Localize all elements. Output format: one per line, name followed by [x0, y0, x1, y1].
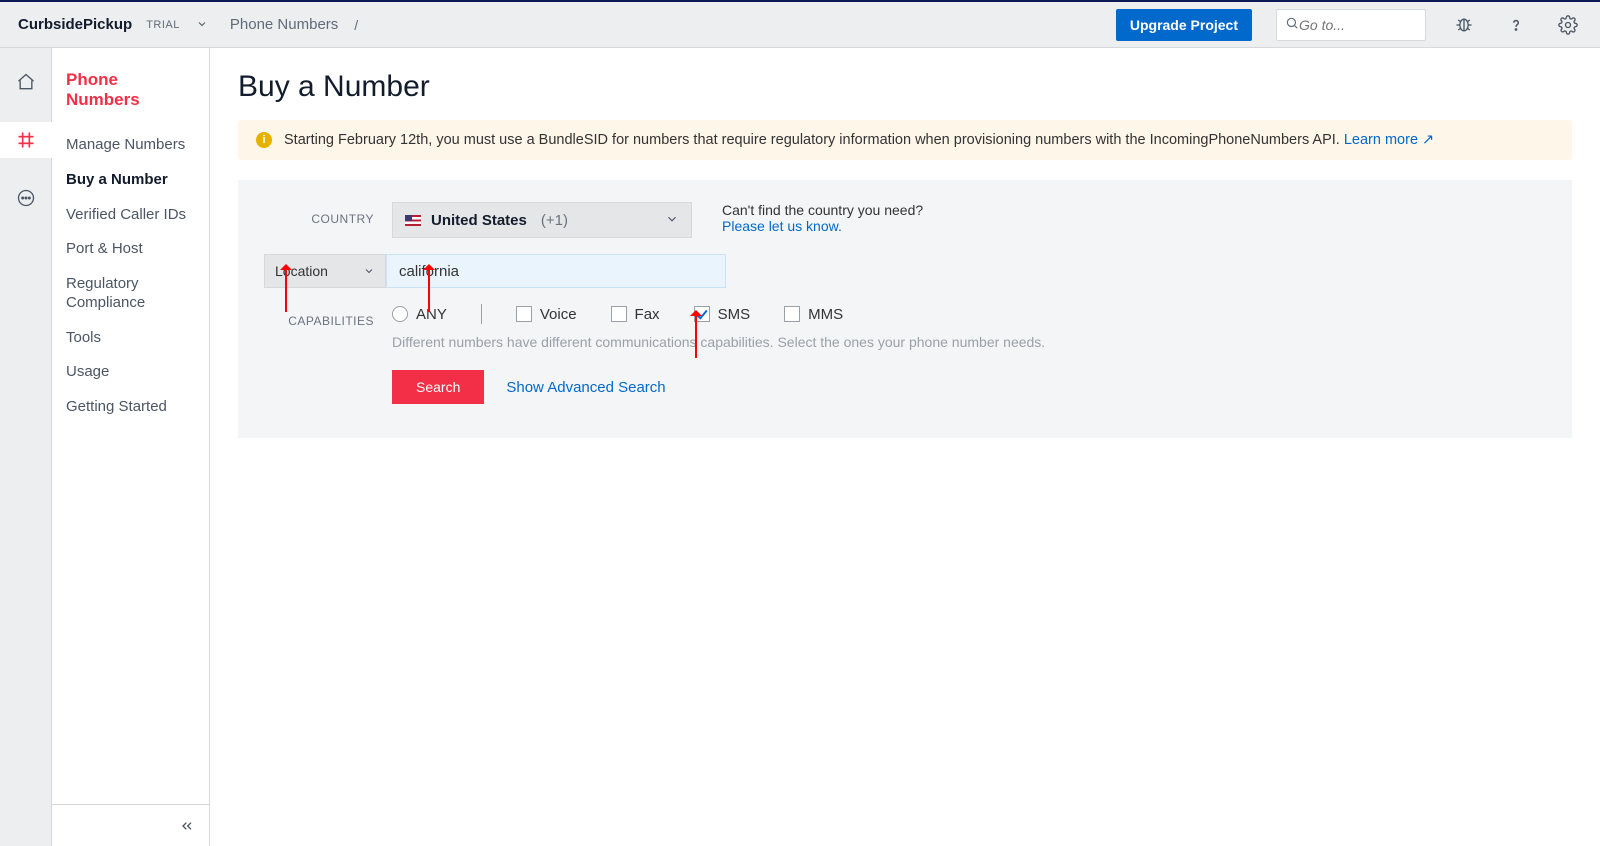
capability-fax[interactable]: Fax: [611, 306, 660, 323]
upgrade-project-button[interactable]: Upgrade Project: [1116, 9, 1252, 41]
sidebar-item-usage[interactable]: Usage: [52, 355, 209, 390]
banner-learn-more-link[interactable]: Learn more ↗: [1344, 132, 1434, 148]
project-name[interactable]: CurbsidePickup: [18, 16, 132, 33]
trial-badge: TRIAL: [146, 19, 180, 31]
breadcrumb-item[interactable]: Phone Numbers: [230, 16, 338, 33]
sidebar: Phone Numbers Manage NumbersBuy a Number…: [52, 48, 210, 846]
sidebar-item-getting-started[interactable]: Getting Started: [52, 390, 209, 425]
country-help-link[interactable]: Please let us know.: [722, 218, 923, 234]
icon-rail: [0, 48, 52, 846]
info-banner: i Starting February 12th, you must use a…: [238, 120, 1572, 160]
main-content: Buy a Number i Starting February 12th, y…: [210, 48, 1600, 846]
banner-text: Starting February 12th, you must use a B…: [284, 132, 1340, 148]
chevron-down-icon[interactable]: [196, 17, 208, 33]
rail-home[interactable]: [0, 64, 52, 100]
capability-any[interactable]: ANY: [392, 306, 447, 323]
radio-icon: [392, 306, 408, 322]
rail-phone-numbers[interactable]: [0, 122, 52, 158]
sidebar-item-verified-caller-ids[interactable]: Verified Caller IDs: [52, 198, 209, 233]
chevron-down-icon: [665, 212, 679, 229]
search-button[interactable]: Search: [392, 370, 484, 404]
checkbox-icon: [516, 306, 532, 322]
country-help-note: Can't find the country you need? Please …: [722, 202, 923, 234]
breadcrumb-separator: /: [354, 17, 358, 33]
divider: [481, 304, 482, 324]
flag-icon: [405, 215, 421, 226]
location-input[interactable]: [386, 254, 726, 288]
sidebar-item-manage-numbers[interactable]: Manage Numbers: [52, 128, 209, 163]
checkbox-icon: [694, 306, 710, 322]
page-title: Buy a Number: [238, 70, 1572, 104]
capabilities-label: CAPABILITIES: [264, 304, 374, 328]
country-select[interactable]: United States (+1): [392, 202, 692, 238]
sidebar-item-buy-a-number[interactable]: Buy a Number: [52, 163, 209, 198]
global-search-input[interactable]: [1299, 17, 1417, 33]
sidebar-item-regulatory-compliance[interactable]: Regulatory Compliance: [52, 267, 209, 321]
debug-icon[interactable]: [1450, 11, 1478, 39]
search-form-panel: COUNTRY United States (+1) Can't find th…: [238, 180, 1572, 438]
capability-sms[interactable]: SMS: [694, 306, 751, 323]
advanced-search-link[interactable]: Show Advanced Search: [506, 379, 665, 396]
settings-gear-icon[interactable]: [1554, 11, 1582, 39]
country-label: COUNTRY: [264, 202, 374, 226]
country-code: (+1): [541, 212, 568, 229]
capability-mms[interactable]: MMS: [784, 306, 843, 323]
location-filter-label: Location: [275, 263, 328, 279]
country-name: United States: [431, 212, 527, 229]
capabilities-hint: Different numbers have different communi…: [392, 334, 1045, 350]
top-bar: CurbsidePickup TRIAL Phone Numbers / Upg…: [0, 0, 1600, 48]
sidebar-item-port-host[interactable]: Port & Host: [52, 232, 209, 267]
sidebar-item-tools[interactable]: Tools: [52, 321, 209, 356]
info-icon: i: [256, 132, 272, 148]
checkbox-icon: [611, 306, 627, 322]
sidebar-title: Phone Numbers: [52, 48, 209, 128]
collapse-sidebar-button[interactable]: [52, 804, 209, 846]
global-search[interactable]: [1276, 9, 1426, 41]
search-icon: [1285, 16, 1299, 33]
rail-more[interactable]: [0, 180, 52, 216]
checkbox-icon: [784, 306, 800, 322]
location-filter-select[interactable]: Location: [264, 254, 386, 288]
help-icon[interactable]: [1502, 11, 1530, 39]
capability-voice[interactable]: Voice: [516, 306, 577, 323]
